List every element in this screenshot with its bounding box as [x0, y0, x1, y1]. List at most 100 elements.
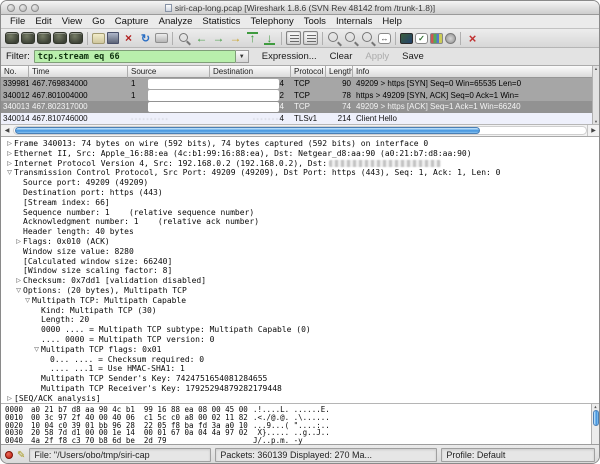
detail-line[interactable]: Acknowledgment number: 1 (relative ack n…	[1, 217, 599, 227]
menu-tools[interactable]: Tools	[299, 16, 331, 27]
detail-line[interactable]: Multipath TCP Sender's Key: 742475165408…	[1, 374, 599, 384]
zoom-100-icon[interactable]	[361, 31, 376, 46]
close-file-icon[interactable]: ×	[121, 31, 136, 46]
scroll-left-icon[interactable]: ◀	[1, 125, 13, 136]
coloring-rules-icon[interactable]	[430, 33, 443, 44]
detail-line[interactable]: Multipath TCP Receiver's Key: 1792529487…	[1, 384, 599, 394]
hscroll-thumb[interactable]	[15, 127, 480, 134]
save-button[interactable]: Save	[402, 51, 424, 62]
expander-expanded-icon[interactable]: ▽	[23, 296, 32, 306]
packet-row[interactable]: 340012467.80100400012TCP78https > 49209 …	[1, 90, 599, 102]
detail-line[interactable]: Window size value: 8280	[1, 247, 599, 257]
detail-line[interactable]: 0... .... = Checksum required: 0	[1, 355, 599, 365]
detail-line[interactable]: ▷Ethernet II, Src: Apple_16:88:ea (4c:b1…	[1, 149, 599, 159]
save-icon[interactable]	[107, 32, 119, 44]
open-file-icon[interactable]	[92, 33, 105, 44]
resize-columns-icon[interactable]: ↔	[378, 33, 391, 44]
scroll-up-icon[interactable]: ▲	[594, 66, 598, 71]
hex-vertical-scrollbar[interactable]: ▲	[591, 404, 599, 444]
menu-edit[interactable]: Edit	[30, 16, 56, 27]
expander-expanded-icon[interactable]: ▽	[5, 168, 14, 178]
menu-file[interactable]: File	[5, 16, 30, 27]
menu-view[interactable]: View	[57, 16, 87, 27]
column-header-source[interactable]: Source	[128, 66, 210, 78]
capture-start-icon[interactable]	[37, 32, 51, 44]
packet-row[interactable]: 339981467.76983400014TCP9049209 > https …	[1, 78, 599, 90]
expander-expanded-icon[interactable]: ▽	[32, 345, 41, 355]
detail-line[interactable]: 0000 .... = Multipath TCP subtype: Multi…	[1, 325, 599, 335]
scroll-up-icon[interactable]: ▲	[594, 404, 596, 409]
preferences-icon[interactable]	[445, 33, 456, 44]
filter-input[interactable]	[34, 50, 236, 63]
packet-details-toggle-icon[interactable]	[303, 31, 318, 45]
packet-list-horizontal-scrollbar[interactable]: ◀ ▶	[1, 124, 599, 137]
capture-options-icon[interactable]	[21, 32, 35, 44]
menu-telephony[interactable]: Telephony	[245, 16, 298, 27]
detail-line[interactable]: ▽Multipath TCP: Multipath Capable	[1, 296, 599, 306]
menu-statistics[interactable]: Statistics	[197, 16, 245, 27]
filter-dropdown-button[interactable]: ▼	[236, 50, 249, 63]
zoom-in-icon[interactable]	[327, 31, 342, 46]
capture-filters-icon[interactable]: ×	[465, 31, 480, 46]
clear-button[interactable]: Clear	[330, 51, 353, 62]
go-forward-icon[interactable]: →	[211, 31, 226, 46]
detail-line[interactable]: ▷Flags: 0x010 (ACK)	[1, 237, 599, 247]
detail-line[interactable]: [Calculated window size: 66240]	[1, 257, 599, 267]
detail-line[interactable]: ▽Options: (20 bytes), Multipath TCP	[1, 286, 599, 296]
detail-line[interactable]: Source port: 49209 (49209)	[1, 178, 599, 188]
column-header-length[interactable]: Length	[326, 66, 353, 78]
edit-capture-comment-icon[interactable]: ✎	[17, 450, 25, 461]
print-icon[interactable]	[155, 33, 168, 43]
expander-expanded-icon[interactable]: ▽	[14, 286, 23, 296]
detail-line[interactable]: Sequence number: 1 (relative sequence nu…	[1, 208, 599, 218]
packet-row[interactable]: 340014467.810746000·················4TLS…	[1, 113, 599, 125]
goto-bottom-icon[interactable]: ↓	[262, 31, 277, 46]
hex-scroll-thumb[interactable]	[593, 410, 599, 426]
goto-packet-icon[interactable]: →	[228, 31, 243, 46]
column-header-time[interactable]: Time	[29, 66, 128, 78]
menu-capture[interactable]: Capture	[110, 16, 154, 27]
detail-line[interactable]: Destination port: https (443)	[1, 188, 599, 198]
detail-line[interactable]: [Window size scaling factor: 8]	[1, 266, 599, 276]
detail-line[interactable]: .... 0000 = Multipath TCP version: 0	[1, 335, 599, 345]
expander-collapsed-icon[interactable]: ▷	[5, 394, 14, 404]
detail-line[interactable]: ▽Transmission Control Protocol, Src Port…	[1, 168, 599, 178]
detail-line[interactable]: Length: 20	[1, 315, 599, 325]
autoscroll-icon[interactable]: ✓	[415, 33, 428, 44]
menu-internals[interactable]: Internals	[331, 16, 377, 27]
reload-icon[interactable]: ↻	[138, 31, 153, 46]
expander-collapsed-icon[interactable]: ▷	[14, 276, 23, 286]
menu-help[interactable]: Help	[377, 16, 407, 27]
detail-line[interactable]: [Stream index: 66]	[1, 198, 599, 208]
menu-analyze[interactable]: Analyze	[154, 16, 198, 27]
detail-line[interactable]: .... ...1 = Use HMAC-SHA1: 1	[1, 364, 599, 374]
expression--button[interactable]: Expression...	[262, 51, 317, 62]
detail-line[interactable]: ▷Frame 340013: 74 bytes on wire (592 bit…	[1, 139, 599, 149]
expander-collapsed-icon[interactable]: ▷	[5, 139, 14, 149]
expander-collapsed-icon[interactable]: ▷	[5, 159, 14, 169]
hex-row[interactable]: 00404a 2f f8 c3 70 b8 6d be 2d 79J/..p.m…	[5, 437, 599, 445]
detail-line[interactable]: ▷Internet Protocol Version 4, Src: 192.1…	[1, 159, 599, 169]
interfaces-icon[interactable]	[5, 32, 19, 44]
capture-restart-icon[interactable]	[69, 32, 83, 44]
column-header-protocol[interactable]: Protocol	[291, 66, 326, 78]
goto-top-icon[interactable]: ↑	[245, 31, 260, 46]
column-header-no[interactable]: No.	[1, 66, 29, 78]
expander-collapsed-icon[interactable]: ▷	[5, 149, 14, 159]
packet-list-vertical-scrollbar[interactable]: ▲ ▼	[592, 66, 599, 124]
detail-line[interactable]: ▷[SEQ/ACK analysis]	[1, 394, 599, 404]
colorize-icon[interactable]	[400, 33, 413, 44]
packet-list-toggle-icon[interactable]	[286, 31, 301, 45]
capture-stop-icon[interactable]	[53, 32, 67, 44]
find-icon[interactable]	[177, 31, 192, 46]
expander-collapsed-icon[interactable]: ▷	[14, 237, 23, 247]
menu-go[interactable]: Go	[87, 16, 110, 27]
zoom-out-icon[interactable]	[344, 31, 359, 46]
expert-info-icon[interactable]	[5, 451, 13, 459]
detail-line[interactable]: Kind: Multipath TCP (30)	[1, 306, 599, 316]
column-header-info[interactable]: Info	[353, 66, 599, 78]
scroll-right-icon[interactable]: ▶	[587, 125, 599, 136]
detail-line[interactable]: ▷Checksum: 0x7dd1 [validation disabled]	[1, 276, 599, 286]
detail-line[interactable]: Header length: 40 bytes	[1, 227, 599, 237]
packet-row[interactable]: 340013467.8023170004TCP7449209 > https […	[1, 101, 599, 113]
